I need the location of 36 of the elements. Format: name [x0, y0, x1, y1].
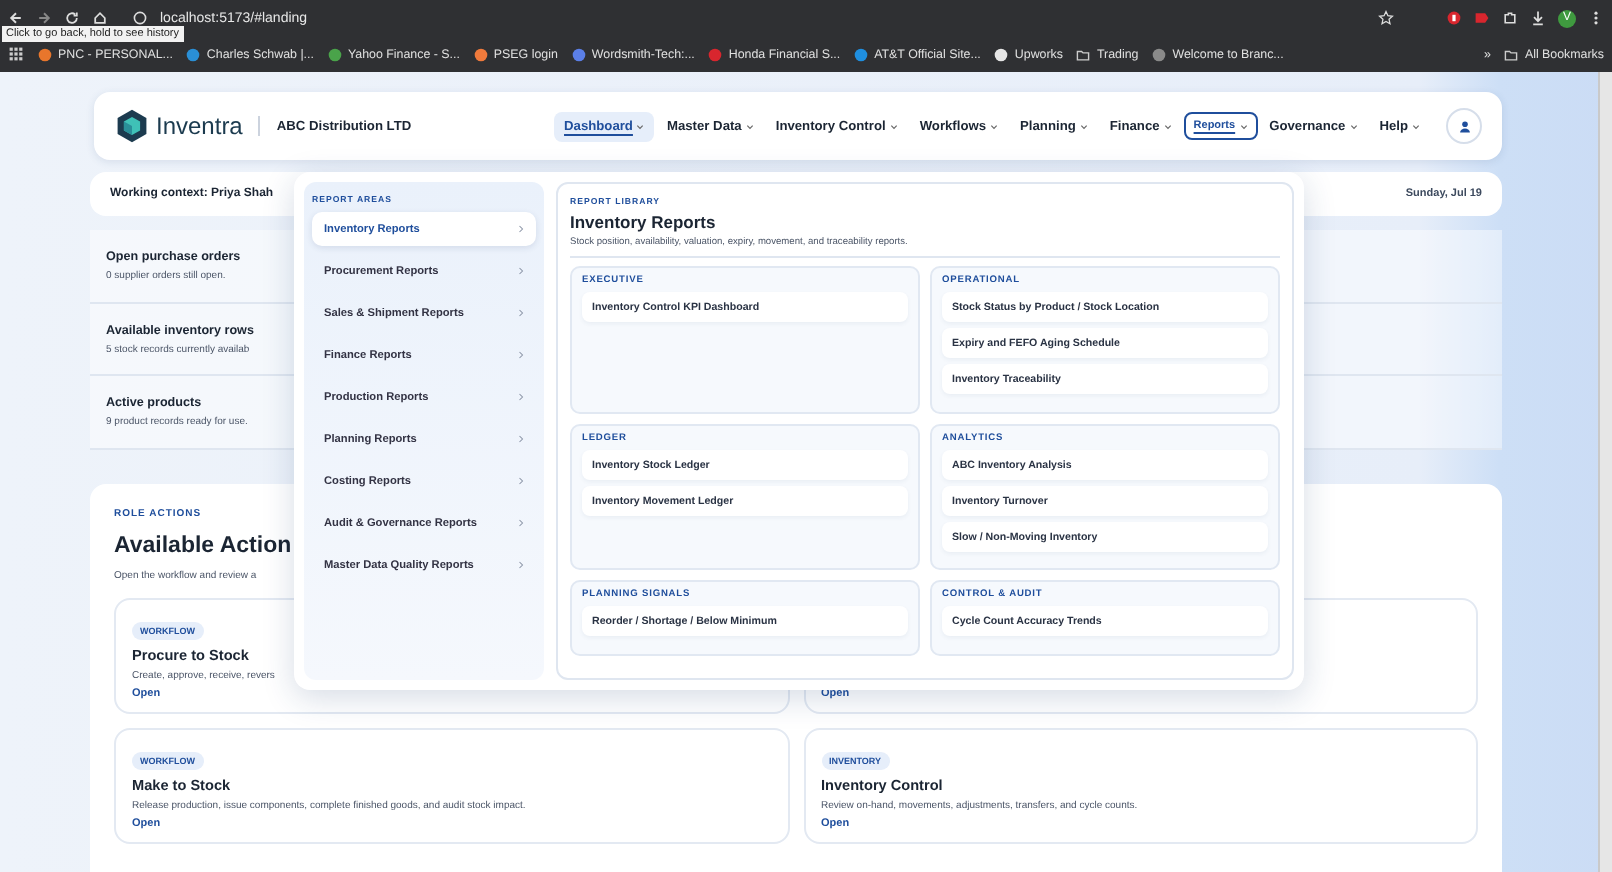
brand-name: Inventra — [156, 112, 243, 140]
caret-icon — [1163, 123, 1172, 129]
download-icon[interactable] — [1530, 10, 1546, 26]
extension-icon[interactable] — [1446, 10, 1462, 26]
caret-icon — [1079, 123, 1088, 129]
scrollbar[interactable] — [1598, 72, 1612, 872]
chevron-right-icon — [518, 560, 524, 570]
caret-icon — [1239, 123, 1248, 129]
apps-icon[interactable] — [8, 46, 24, 62]
caret-icon — [636, 123, 645, 129]
user-icon — [1457, 119, 1471, 133]
back-icon[interactable] — [8, 10, 24, 26]
chevron-right-icon — [518, 350, 524, 360]
caret-icon — [745, 123, 754, 129]
caret-icon — [1412, 123, 1420, 129]
chevron-right-icon — [518, 476, 524, 486]
folder-icon — [1076, 47, 1091, 61]
chevron-right-icon — [518, 266, 524, 276]
chevron-right-icon — [518, 224, 524, 234]
caret-icon — [990, 123, 999, 129]
logo-icon — [114, 108, 150, 144]
chevron-right-icon — [518, 434, 524, 444]
chevron-right-icon — [518, 518, 524, 528]
star-icon[interactable] — [1378, 10, 1394, 26]
chevron-right-icon — [518, 392, 524, 402]
forward-icon[interactable] — [36, 10, 52, 26]
section-title: Available Action — [114, 534, 292, 559]
library-title: Inventory Reports — [570, 212, 718, 232]
caret-icon — [889, 123, 898, 129]
reload-icon[interactable] — [64, 10, 80, 26]
chevron-right-icon — [518, 308, 524, 318]
folder-icon — [1504, 47, 1519, 61]
home-icon[interactable] — [92, 10, 108, 26]
user-button[interactable] — [1446, 108, 1482, 144]
site-info-icon[interactable] — [132, 10, 148, 26]
caret-icon — [1349, 123, 1358, 129]
